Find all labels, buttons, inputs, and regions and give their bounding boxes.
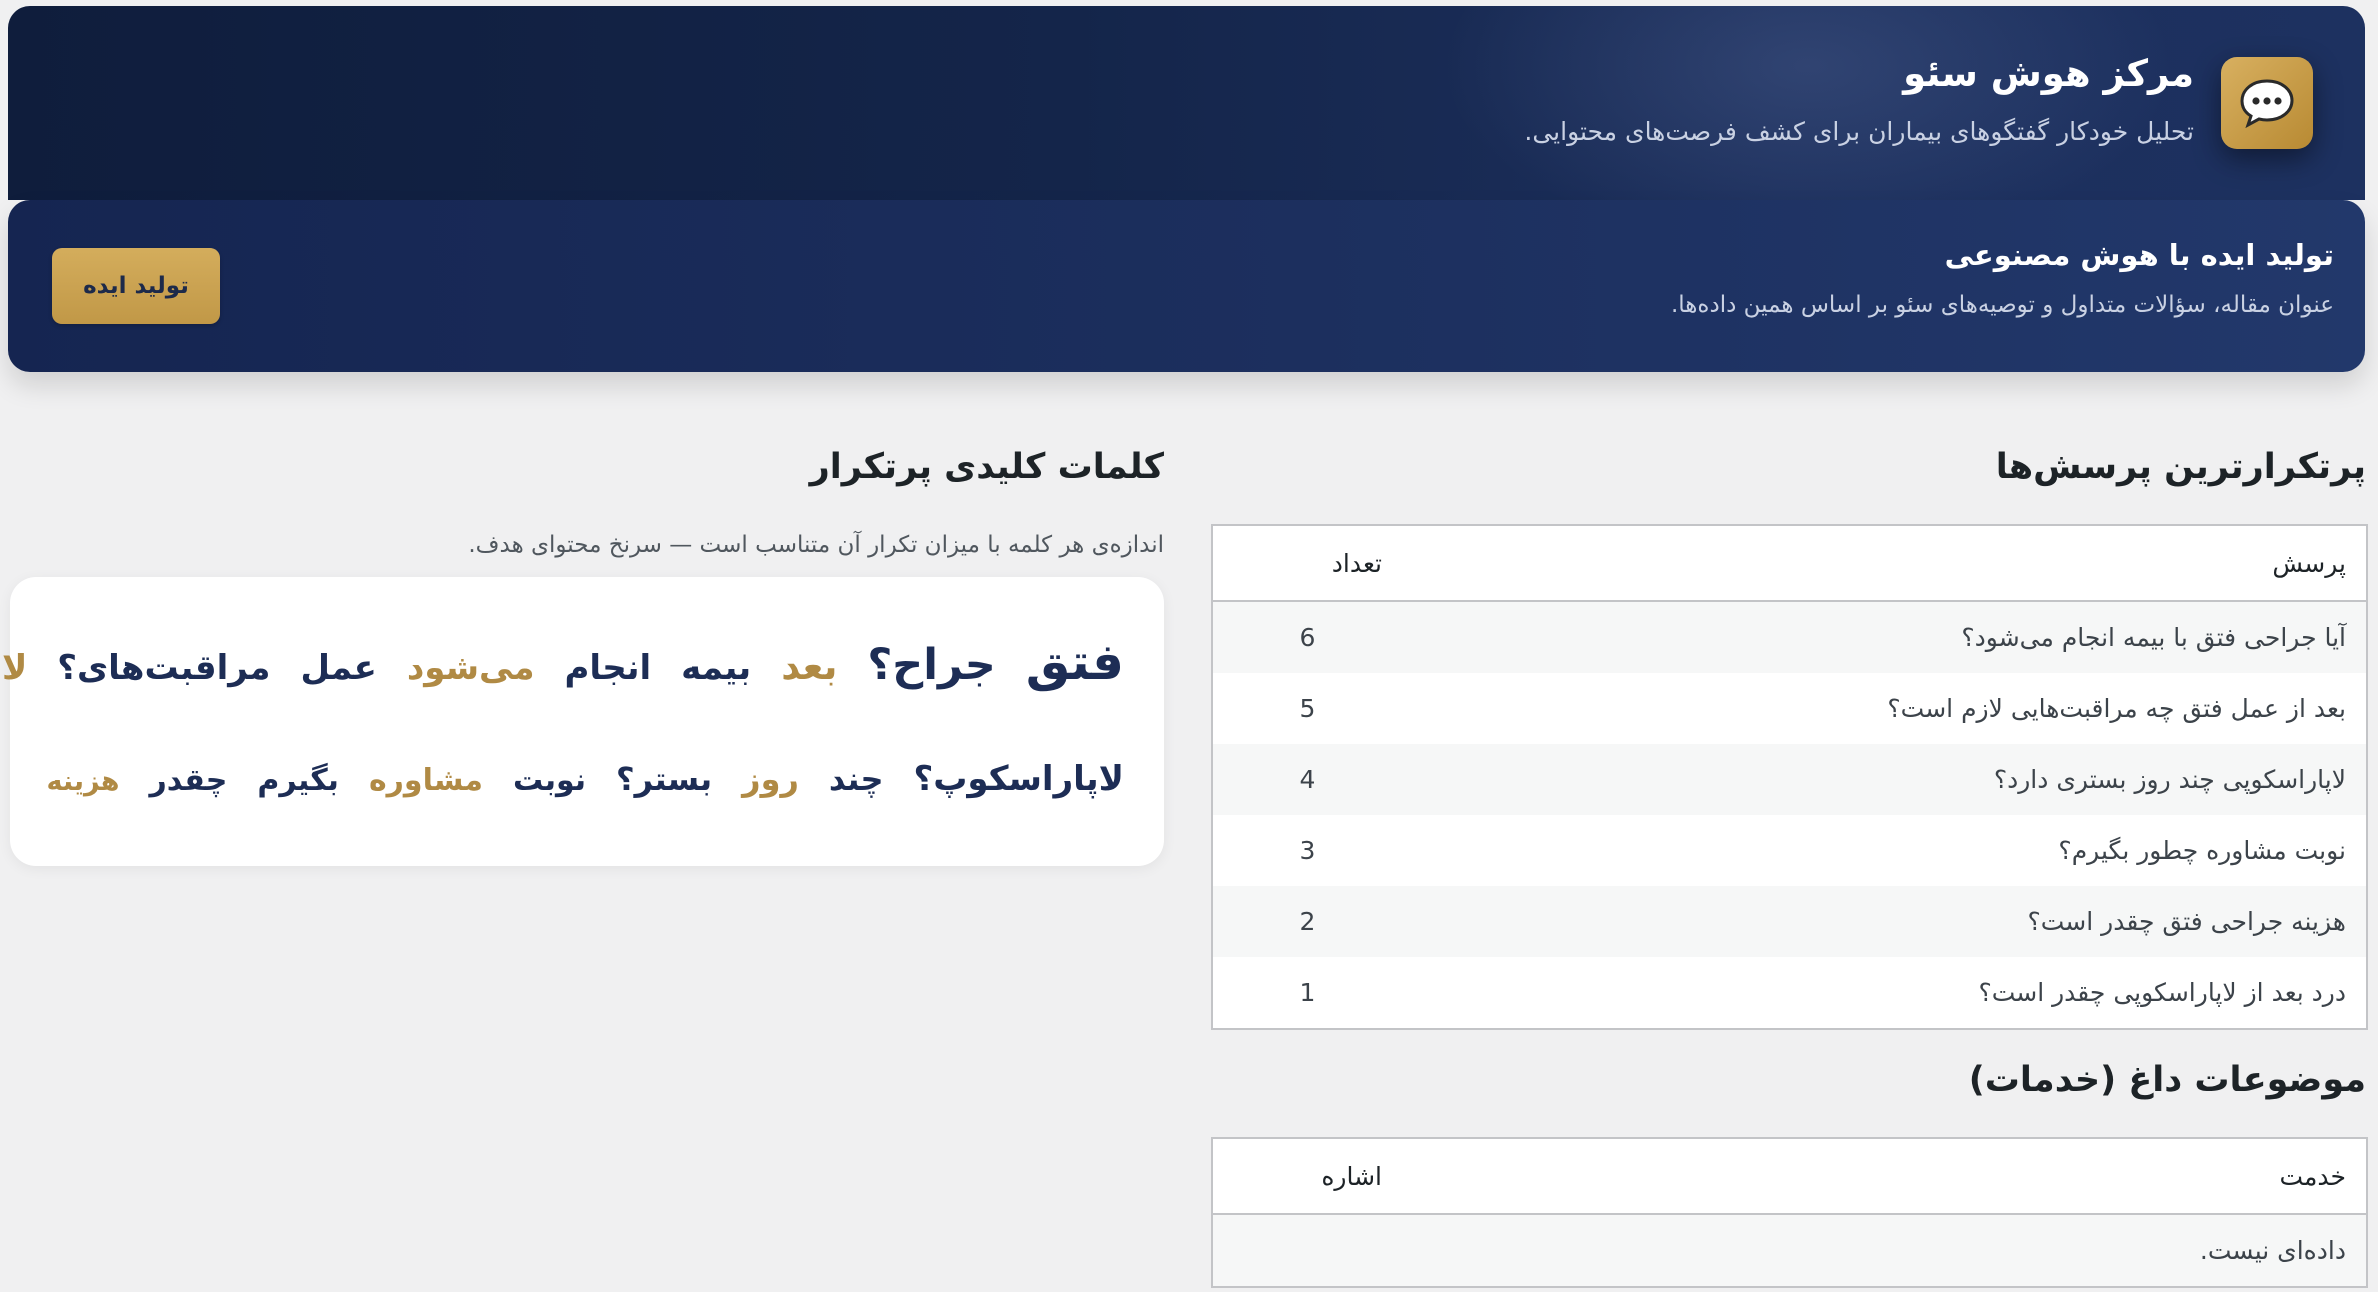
- table-row: آیا جراحی فتق با بیمه انجام می‌شود؟ 6: [1213, 601, 2368, 673]
- keyword-tag: مراقبت‌های؟: [58, 648, 272, 688]
- column-header-question: پرسش: [1403, 525, 2368, 602]
- column-header-count: تعداد: [1213, 525, 1403, 602]
- keyword-tag: چقدر: [150, 763, 229, 798]
- count-cell: 6: [1213, 601, 1403, 673]
- question-cell: نوبت مشاوره چطور بگیرم؟: [1403, 815, 2368, 886]
- keyword-tag: فتق: [1026, 633, 1125, 691]
- question-cell: لاپاراسکوپی چند روز بستری دارد؟: [1403, 744, 2368, 815]
- count-cell: 4: [1213, 744, 1403, 815]
- page-subtitle: تحلیل خودکار گفتگوهای بیماران برای کشف ف…: [1525, 117, 2195, 146]
- table-row: نوبت مشاوره چطور بگیرم؟ 3: [1213, 815, 2368, 886]
- keyword-tag: عمل: [301, 648, 378, 688]
- keyword-tag: لازم: [0, 648, 29, 688]
- keyword-tag: مشاوره: [369, 763, 484, 798]
- table-row: داده‌ای نیست.: [1213, 1214, 2368, 1287]
- ai-banner-description: عنوان مقاله، سؤالات متداول و توصیه‌های س…: [1671, 292, 2335, 318]
- keywords-description: اندازه‌ی هر کلمه با میزان تکرار آن متناس…: [469, 532, 1165, 558]
- keyword-tag: بعد: [782, 645, 839, 688]
- keyword-tag: نوبت: [513, 763, 588, 798]
- empty-state-text: داده‌ای نیست.: [1213, 1214, 2368, 1287]
- keyword-tag: بیمه: [682, 648, 753, 688]
- column-header-mentions: اشاره: [1213, 1138, 1403, 1215]
- keyword-cloud-line: لاپاراسکوپ؟ چند روز بستر؟ نوبت مشاوره بگیرم چقد…: [47, 759, 1126, 799]
- questions-heading: پرتکرارترین پرسش‌ها: [1996, 447, 2367, 487]
- count-cell: 2: [1213, 886, 1403, 957]
- chat-bubble-icon: [2222, 57, 2314, 149]
- keyword-tag: جراح؟: [868, 640, 997, 690]
- question-cell: آیا جراحی فتق با بیمه انجام می‌شود؟: [1403, 601, 2368, 673]
- keyword-tag: هزینه: [47, 766, 121, 797]
- keyword-cloud-line: فتق جراح؟ بعد بیمه انجام می‌شود عمل مراقبت‌های؟…: [0, 633, 1125, 691]
- keyword-tag: چند: [829, 760, 885, 798]
- table-header-row: خدمت اشاره: [1213, 1138, 2368, 1215]
- keyword-tag: انجام: [565, 648, 653, 688]
- keyword-tag: روز: [743, 760, 800, 798]
- count-cell: 5: [1213, 673, 1403, 744]
- question-cell: هزینه جراحی فتق چقدر است؟: [1403, 886, 2368, 957]
- keyword-tag: بگیرم: [258, 763, 340, 798]
- count-cell: 1: [1213, 957, 1403, 1029]
- page-title: مرکز هوش سئو: [1904, 52, 2195, 95]
- keyword-cloud: فتق جراح؟ بعد بیمه انجام می‌شود عمل مراقبت‌های؟…: [0, 577, 1165, 866]
- keyword-tag: بستر؟: [617, 760, 714, 798]
- table-row: لاپاراسکوپی چند روز بستری دارد؟ 4: [1213, 744, 2368, 815]
- ai-idea-banner: [9, 200, 2366, 372]
- hot-topics-table: خدمت اشاره داده‌ای نیست.: [1212, 1137, 2369, 1288]
- seo-intelligence-page: مرکز هوش سئو تحلیل خودکار گفتگوهای بیمار…: [0, 0, 2378, 1292]
- table-row: درد بعد از لاپاراسکوپی چقدر است؟ 1: [1213, 957, 2368, 1029]
- ai-banner-title: تولید ایده با هوش مصنوعی: [1945, 238, 2335, 272]
- hero-header: [9, 6, 2366, 200]
- generate-idea-button[interactable]: تولید ایده: [53, 248, 221, 324]
- question-cell: درد بعد از لاپاراسکوپی چقدر است؟: [1403, 957, 2368, 1029]
- question-cell: بعد از عمل فتق چه مراقبت‌هایی لازم است؟: [1403, 673, 2368, 744]
- table-row: بعد از عمل فتق چه مراقبت‌هایی لازم است؟ …: [1213, 673, 2368, 744]
- keyword-tag: می‌شود: [407, 648, 536, 688]
- keywords-heading: کلمات کلیدی پرتکرار: [810, 447, 1165, 487]
- count-cell: 3: [1213, 815, 1403, 886]
- hot-topics-heading: موضوعات داغ (خدمات): [1969, 1060, 2367, 1100]
- table-header-row: پرسش تعداد: [1213, 525, 2368, 602]
- questions-table: پرسش تعداد آیا جراحی فتق با بیمه انجام م…: [1212, 524, 2369, 1030]
- table-row: هزینه جراحی فتق چقدر است؟ 2: [1213, 886, 2368, 957]
- keyword-tag: لاپاراسکوپ؟: [914, 759, 1126, 799]
- column-header-service: خدمت: [1403, 1138, 2368, 1215]
